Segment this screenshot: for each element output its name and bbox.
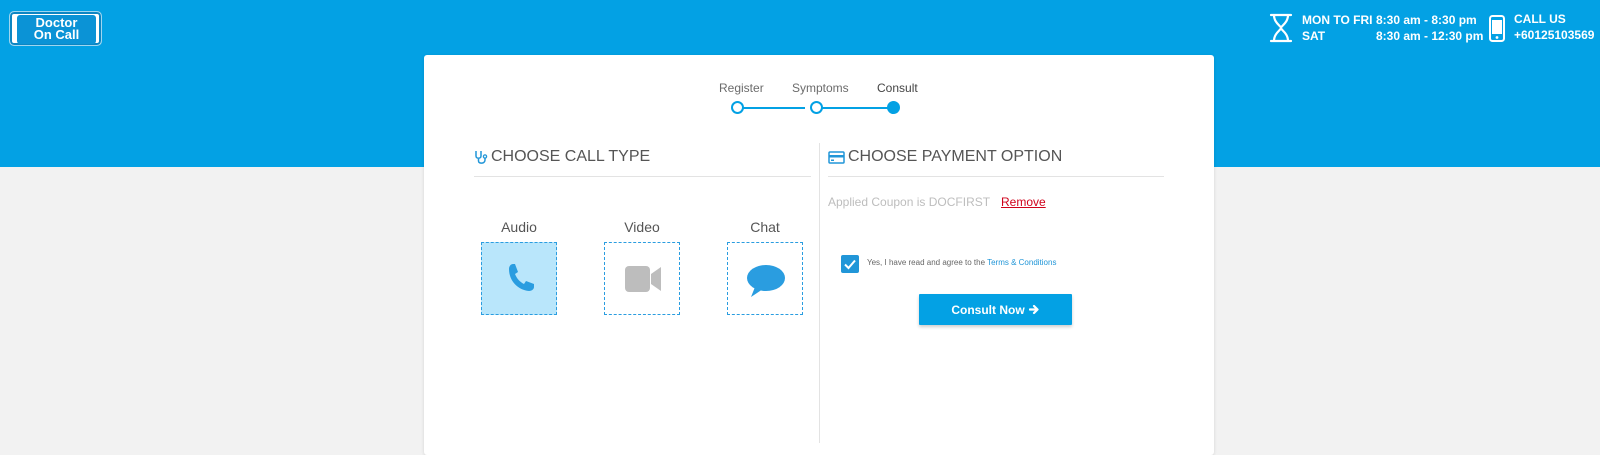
chat-bubble-icon — [747, 265, 785, 297]
step-connector — [816, 107, 893, 109]
consult-now-button[interactable]: Consult Now — [919, 294, 1072, 325]
hours-time-saturday: 8:30 am - 12:30 pm — [1376, 29, 1484, 43]
chat-option[interactable] — [727, 242, 803, 315]
consult-now-label: Consult Now — [951, 302, 1025, 317]
step-symptoms-dot — [810, 101, 823, 114]
coupon-applied-text: Applied Coupon is DOCFIRST — [828, 195, 991, 209]
progress-steps: Register Symptoms Consult — [424, 55, 1214, 125]
call-us-label: CALL US — [1514, 12, 1566, 26]
agree-checkbox[interactable] — [841, 255, 859, 273]
payment-title: CHOOSE PAYMENT OPTION — [848, 148, 1063, 165]
consult-card: Register Symptoms Consult CHOOSE CALL TY… — [424, 55, 1214, 455]
phone-icon — [509, 264, 534, 291]
terms-link[interactable]: Terms & Conditions — [987, 258, 1056, 267]
step-register-label: Register — [719, 81, 764, 95]
logo-line-2: On Call — [33, 27, 80, 42]
mobile-phone-icon — [1489, 15, 1505, 42]
call-type-title: CHOOSE CALL TYPE — [491, 148, 651, 165]
hourglass-icon — [1269, 13, 1293, 43]
step-consult-dot — [887, 101, 900, 114]
step-symptoms-label: Symptoms — [792, 81, 849, 95]
remove-coupon-link[interactable]: Remove — [1001, 195, 1046, 209]
payment-divider — [828, 176, 1164, 177]
call-type-divider — [474, 176, 811, 177]
credit-card-icon — [828, 151, 845, 164]
audio-label: Audio — [501, 219, 537, 235]
call-us-number[interactable]: +60125103569 — [1514, 28, 1594, 42]
agree-label: Yes, I have read and agree to the — [867, 258, 986, 267]
stethoscope-icon — [475, 151, 488, 164]
checkmark-icon — [844, 259, 856, 270]
arrow-right-icon — [1028, 304, 1039, 315]
logo-text: Doctor On Call — [17, 15, 96, 44]
step-register-dot — [731, 101, 744, 114]
hours-days-weekday: MON TO FRI — [1302, 13, 1373, 27]
video-option[interactable] — [604, 242, 680, 315]
hours-time-weekday: 8:30 am - 8:30 pm — [1376, 13, 1477, 27]
video-camera-icon — [625, 266, 661, 292]
step-connector — [737, 107, 805, 109]
video-label: Video — [624, 219, 660, 235]
step-consult-label: Consult — [877, 81, 918, 95]
chat-label: Chat — [750, 219, 780, 235]
logo[interactable]: Doctor On Call — [9, 11, 102, 46]
hours-days-saturday: SAT — [1302, 29, 1326, 43]
agree-text: Yes, I have read and agree to the Terms … — [867, 258, 1056, 267]
audio-option[interactable] — [481, 242, 557, 315]
column-divider — [819, 143, 820, 443]
